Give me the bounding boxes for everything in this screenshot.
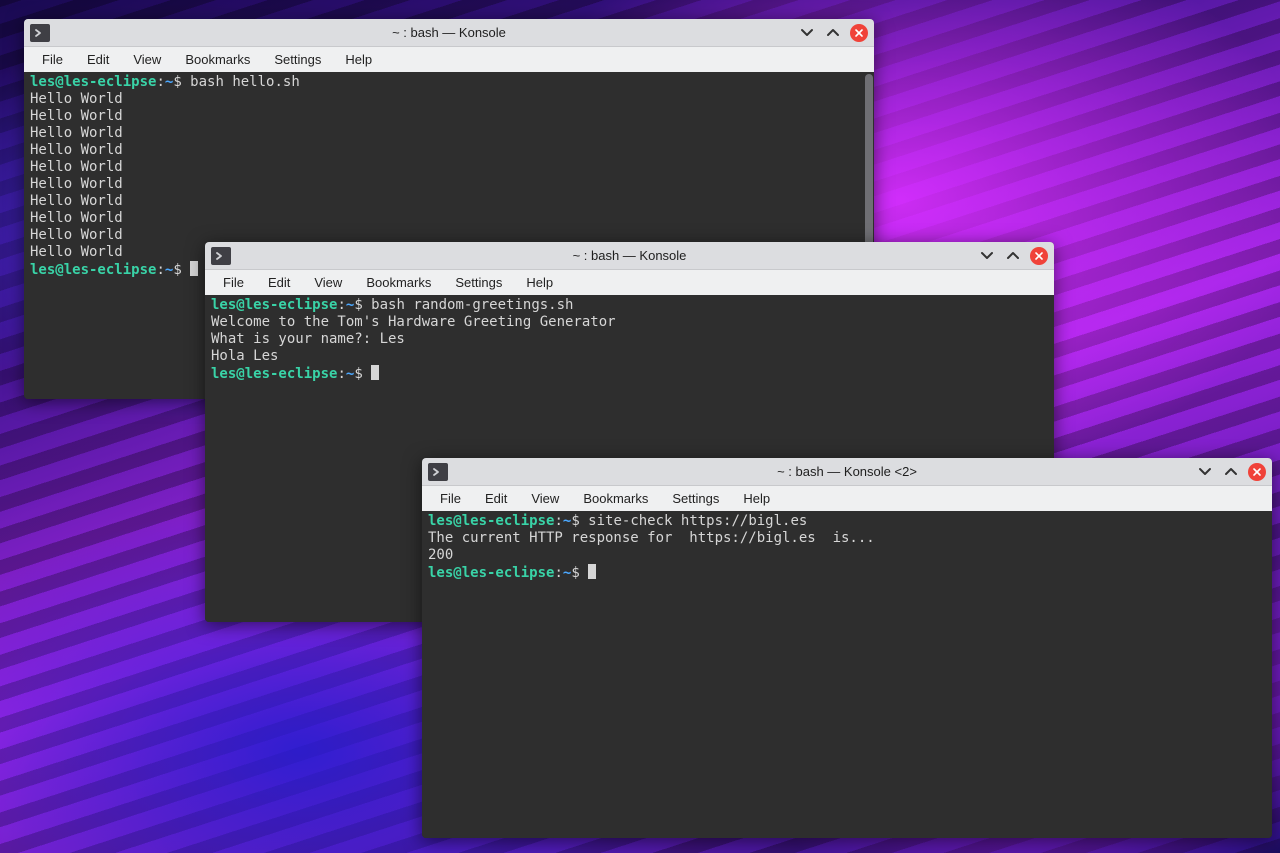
prompt-colon: :: [337, 366, 345, 382]
terminal-output-line: What is your name?: Les: [211, 331, 1048, 348]
prompt-colon: :: [554, 565, 562, 581]
prompt-userhost: les@les-eclipse: [211, 297, 337, 313]
menu-settings[interactable]: Settings: [262, 49, 333, 70]
terminal-output-line: Hello World: [30, 159, 868, 176]
window-titlebar[interactable]: ~ : bash — Konsole: [205, 242, 1054, 269]
prompt-colon: :: [337, 297, 345, 313]
terminal-output-line: Hello World: [30, 108, 868, 125]
konsole-window[interactable]: ~ : bash — Konsole <2> FileEditViewBookma…: [422, 458, 1272, 838]
menu-settings[interactable]: Settings: [660, 488, 731, 509]
terminal-cursor[interactable]: [371, 365, 379, 380]
close-button[interactable]: [1248, 463, 1266, 481]
terminal-command: [580, 565, 588, 581]
terminal-output-line: Hello World: [30, 176, 868, 193]
prompt-dollar: $: [571, 565, 579, 581]
close-button[interactable]: [850, 24, 868, 42]
terminal-output-line: Hello World: [30, 210, 868, 227]
window-controls: [798, 24, 868, 42]
konsole-app-icon: [428, 463, 448, 481]
menu-edit[interactable]: Edit: [75, 49, 121, 70]
prompt-dollar: $: [354, 366, 362, 382]
terminal-command: [363, 366, 371, 382]
terminal-command: [182, 262, 190, 278]
prompt-colon: :: [156, 74, 164, 90]
prompt-userhost: les@les-eclipse: [428, 565, 554, 581]
window-title: ~ : bash — Konsole: [205, 248, 1054, 263]
terminal-body[interactable]: les@les-eclipse:~$ site-check https://bi…: [422, 511, 1272, 838]
prompt-colon: :: [156, 262, 164, 278]
prompt-dollar: $: [173, 74, 181, 90]
prompt-userhost: les@les-eclipse: [211, 366, 337, 382]
window-menubar: FileEditViewBookmarksSettingsHelp: [422, 485, 1272, 511]
maximize-button[interactable]: [1004, 247, 1022, 265]
window-title: ~ : bash — Konsole <2>: [422, 464, 1272, 479]
menu-bookmarks[interactable]: Bookmarks: [354, 272, 443, 293]
terminal-cursor[interactable]: [190, 261, 198, 276]
menu-file[interactable]: File: [30, 49, 75, 70]
terminal-command: bash hello.sh: [182, 74, 300, 90]
close-button[interactable]: [1030, 247, 1048, 265]
prompt-userhost: les@les-eclipse: [30, 262, 156, 278]
terminal-prompt-line: les@les-eclipse:~$: [211, 365, 1048, 383]
menu-view[interactable]: View: [302, 272, 354, 293]
prompt-dollar: $: [354, 297, 362, 313]
terminal-prompt-line: les@les-eclipse:~$ bash random-greetings…: [211, 297, 1048, 314]
menu-view[interactable]: View: [121, 49, 173, 70]
terminal-prompt-line: les@les-eclipse:~$: [428, 564, 1266, 582]
minimize-button[interactable]: [1196, 463, 1214, 481]
terminal-prompt-line: les@les-eclipse:~$ site-check https://bi…: [428, 513, 1266, 530]
terminal-output-line: Hello World: [30, 125, 868, 142]
minimize-button[interactable]: [978, 247, 996, 265]
window-menubar: FileEditViewBookmarksSettingsHelp: [24, 46, 874, 72]
terminal-command: bash random-greetings.sh: [363, 297, 574, 313]
menu-file[interactable]: File: [211, 272, 256, 293]
menu-settings[interactable]: Settings: [443, 272, 514, 293]
prompt-userhost: les@les-eclipse: [428, 513, 554, 529]
terminal-output-line: Hello World: [30, 91, 868, 108]
window-titlebar[interactable]: ~ : bash — Konsole <2>: [422, 458, 1272, 485]
terminal-command: site-check https://bigl.es: [580, 513, 808, 529]
menu-help[interactable]: Help: [731, 488, 782, 509]
menu-help[interactable]: Help: [333, 49, 384, 70]
prompt-dollar: $: [173, 262, 181, 278]
maximize-button[interactable]: [824, 24, 842, 42]
terminal-output-line: 200: [428, 547, 1266, 564]
konsole-app-icon: [30, 24, 50, 42]
desktop-background: ~ : bash — KonsoleFileEditViewBookmarksS…: [0, 0, 1280, 853]
window-menubar: FileEditViewBookmarksSettingsHelp: [205, 269, 1054, 295]
maximize-button[interactable]: [1222, 463, 1240, 481]
menu-edit[interactable]: Edit: [256, 272, 302, 293]
window-controls: [1196, 463, 1266, 481]
terminal-output-line: Welcome to the Tom's Hardware Greeting G…: [211, 314, 1048, 331]
window-titlebar[interactable]: ~ : bash — Konsole: [24, 19, 874, 46]
terminal-output-line: Hola Les: [211, 348, 1048, 365]
terminal-output-line: Hello World: [30, 193, 868, 210]
terminal-prompt-line: les@les-eclipse:~$ bash hello.sh: [30, 74, 868, 91]
menu-bookmarks[interactable]: Bookmarks: [173, 49, 262, 70]
menu-bookmarks[interactable]: Bookmarks: [571, 488, 660, 509]
window-title: ~ : bash — Konsole: [24, 25, 874, 40]
konsole-app-icon: [211, 247, 231, 265]
menu-edit[interactable]: Edit: [473, 488, 519, 509]
window-controls: [978, 247, 1048, 265]
prompt-colon: :: [554, 513, 562, 529]
terminal-cursor[interactable]: [588, 564, 596, 579]
terminal-output-line: Hello World: [30, 142, 868, 159]
prompt-userhost: les@les-eclipse: [30, 74, 156, 90]
menu-view[interactable]: View: [519, 488, 571, 509]
menu-help[interactable]: Help: [514, 272, 565, 293]
terminal-output-line: The current HTTP response for https://bi…: [428, 530, 1266, 547]
prompt-dollar: $: [571, 513, 579, 529]
menu-file[interactable]: File: [428, 488, 473, 509]
minimize-button[interactable]: [798, 24, 816, 42]
